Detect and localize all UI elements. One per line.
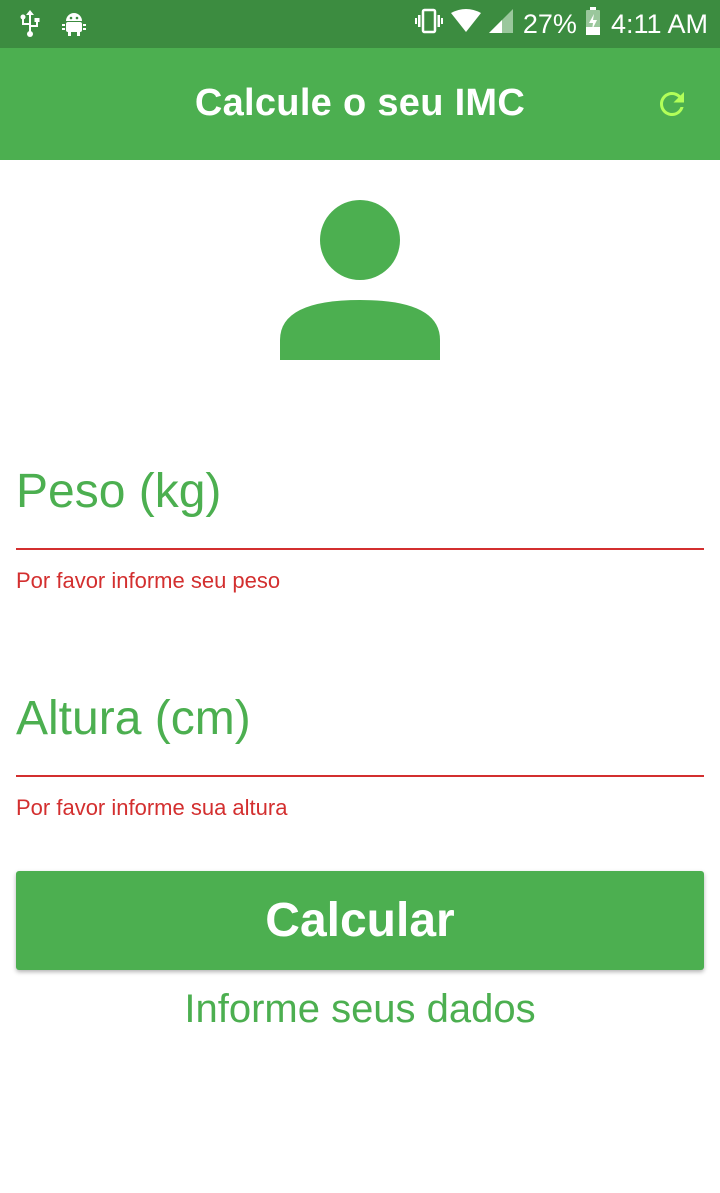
cell-signal-icon bbox=[488, 8, 513, 40]
height-underline bbox=[16, 775, 704, 777]
clock: 4:11 AM bbox=[610, 8, 708, 39]
height-input[interactable] bbox=[16, 747, 704, 777]
status-left-icons bbox=[18, 10, 86, 43]
weight-input[interactable] bbox=[16, 520, 704, 550]
weight-label: Peso (kg) bbox=[16, 465, 222, 518]
info-text: Informe seus dados bbox=[184, 987, 536, 1031]
battery-charging-icon bbox=[585, 6, 601, 42]
height-field: Altura (cm) Por favor informe sua altura bbox=[16, 691, 704, 821]
weight-underline bbox=[16, 548, 704, 550]
app-title: Calcule o seu IMC bbox=[194, 82, 526, 124]
refresh-button[interactable] bbox=[654, 86, 690, 122]
app-bar: Calcule o seu IMC bbox=[0, 48, 720, 160]
weight-field: Peso (kg) Por favor informe seu peso bbox=[16, 464, 704, 594]
status-right-icons: 27% 4:11 AM bbox=[414, 6, 708, 42]
android-debug-icon bbox=[62, 10, 86, 43]
status-bar: 27% 4:11 AM bbox=[0, 0, 720, 48]
height-label: Altura (cm) bbox=[16, 692, 251, 745]
weight-error: Por favor informe seu peso bbox=[16, 568, 281, 593]
calculate-button[interactable]: Calcular bbox=[16, 871, 704, 970]
refresh-icon bbox=[654, 92, 690, 126]
usb-icon bbox=[18, 10, 42, 43]
person-icon bbox=[280, 200, 440, 364]
avatar bbox=[280, 200, 440, 360]
wifi-icon bbox=[450, 8, 481, 40]
battery-percent: 27% bbox=[522, 8, 577, 39]
vibrate-icon bbox=[414, 8, 443, 41]
height-error: Por favor informe sua altura bbox=[16, 795, 288, 820]
